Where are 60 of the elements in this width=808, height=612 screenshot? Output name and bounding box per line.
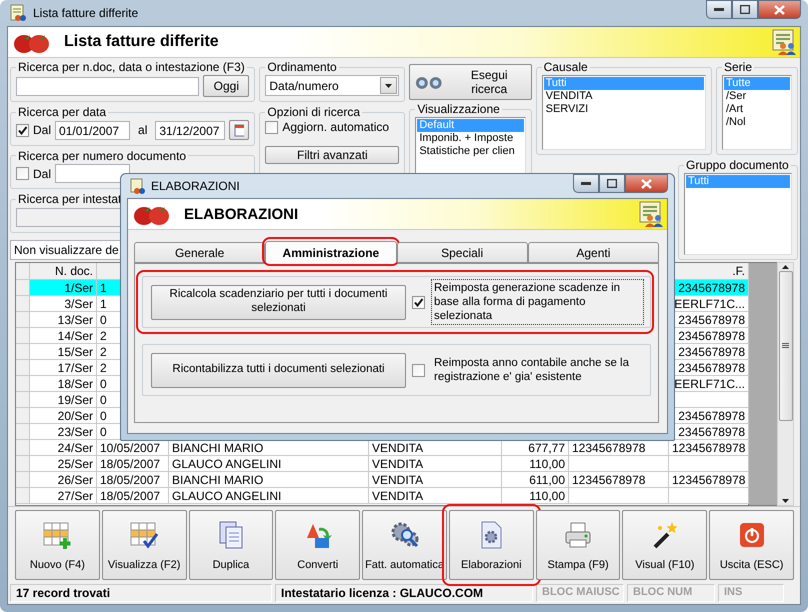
table-cell: 14/Ser	[30, 328, 97, 344]
table-cell: 3/Ser	[30, 296, 97, 312]
table-cell: 611,00	[502, 472, 569, 488]
table-cell: GLAUCO ANGELINI	[169, 456, 369, 472]
table-cell: 18/05/2007	[97, 472, 169, 488]
status-text: 17 record trovati	[10, 584, 272, 602]
field-label: al	[138, 123, 148, 138]
table-cell: 110,00	[502, 456, 569, 472]
table-cell: BIANCHI MARIO	[169, 440, 369, 456]
group-label: Ordinamento	[266, 60, 338, 74]
group-label: Visualizzazione	[416, 102, 501, 116]
table-cell: 19/Ser	[30, 392, 97, 408]
dialog-title: ELABORAZIONI	[151, 179, 240, 193]
table-cell: 18/05/2007	[97, 456, 169, 472]
dialog-heading: ELABORAZIONI	[184, 206, 298, 222]
status-indicator: BLOC MAIUSC	[536, 584, 624, 602]
table-cell: GLAUCO ANGELINI	[169, 488, 369, 504]
group-label: Gruppo documento	[684, 158, 790, 172]
status-text: Intestatario licenza : GLAUCO.COM	[275, 584, 533, 602]
table-cell: VENDITA	[369, 440, 502, 456]
table-cell: 12345678978	[669, 440, 749, 456]
table-cell: 26/Ser	[30, 472, 97, 488]
table-cell: 110,00	[502, 488, 569, 504]
table-cell: 25/Ser	[30, 456, 97, 472]
table-cell: 10/05/2007	[97, 440, 169, 456]
group-label: Ricerca per data	[17, 105, 108, 119]
group-label: Ricerca per intestat	[17, 192, 122, 206]
table-cell: 17/Ser	[30, 360, 97, 376]
window-title: Lista fatture differite	[33, 6, 138, 20]
table-cell: VENDITA	[369, 472, 502, 488]
table-cell: 1/Ser	[30, 280, 97, 296]
table-cell: 24/Ser	[30, 440, 97, 456]
table-cell: VENDITA	[369, 488, 502, 504]
group-label: Opzioni di ricerca	[266, 105, 362, 119]
table-cell: 15/Ser	[30, 344, 97, 360]
group-label: Serie	[722, 60, 753, 74]
table-cell: 12345678978	[569, 472, 669, 488]
group-label: Ricerca per n.doc, data o intestazione (F3)	[17, 60, 246, 74]
checkbox-label: Reimposta anno contabile anche se la registrazione e' gia' esistente	[433, 356, 630, 385]
table-cell: 12345678978	[569, 440, 669, 456]
table-cell: BIANCHI MARIO	[169, 472, 369, 488]
status-indicator: BLOC NUM	[627, 584, 715, 602]
table-cell: 27/Ser	[30, 488, 97, 504]
field-label: Dal	[33, 166, 52, 181]
column-header: N. doc.	[30, 263, 97, 280]
table-cell: 23/Ser	[30, 424, 97, 440]
checkbox-label: Reimposta generazione scadenze in base alla forma di pagamento selezionata	[431, 279, 644, 325]
table-cell: 12345678978	[669, 472, 749, 488]
field-label: Dal	[33, 123, 52, 138]
table-cell: 20/Ser	[30, 408, 97, 424]
group-label: Causale	[542, 60, 589, 74]
checkbox-label: Aggiorn. automatico	[282, 120, 390, 134]
table-cell: 18/Ser	[30, 376, 97, 392]
table-cell: 677,77	[502, 440, 569, 456]
status-indicator: INS	[718, 584, 784, 602]
page-title: Lista fatture differite	[64, 33, 219, 51]
table-cell: VENDITA	[369, 456, 502, 472]
table-cell: 13/Ser	[30, 312, 97, 328]
table-cell: 18/05/2007	[97, 488, 169, 504]
group-label: Ricerca per numero documento	[17, 148, 188, 163]
